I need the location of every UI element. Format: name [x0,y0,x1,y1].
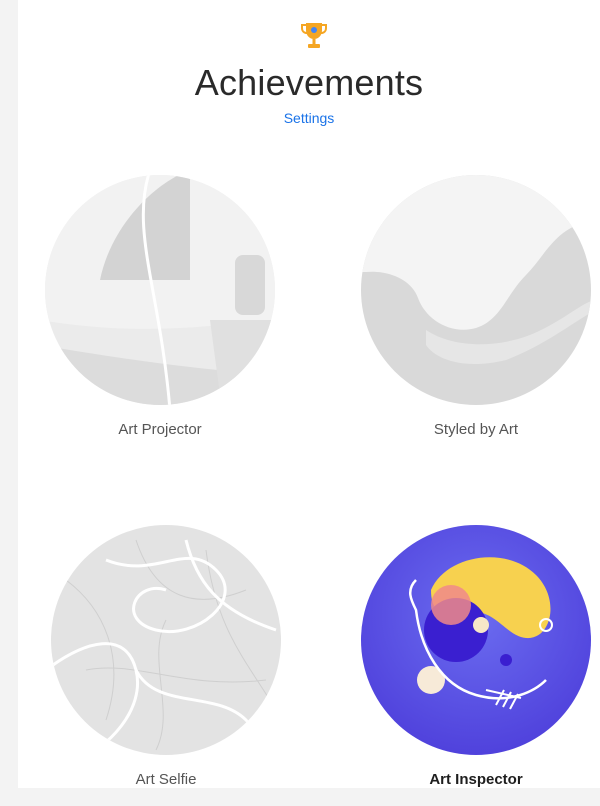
art-selfie-badge-icon [51,525,281,755]
achievement-label: Art Inspector [429,771,523,788]
styled-by-art-badge-icon [361,175,591,405]
art-projector-badge-icon [45,175,275,405]
achievement-label: Art Selfie [135,771,197,788]
page-title: Achievements [194,62,424,103]
achievement-label: Styled by Art [433,421,519,438]
art-inspector-badge-icon [361,525,591,755]
bottom-strip [0,788,600,806]
achievement-card-art-projector[interactable]: Art Projector [40,170,280,438]
achievement-label: Art Projector [118,421,202,438]
achievement-card-art-inspector[interactable]: Art Inspector [356,520,596,788]
achievement-card-styled-by-art[interactable]: Styled by Art [356,170,596,438]
settings-link[interactable]: Settings [18,110,600,126]
achievements-panel: Achievements Settings Art Projector Styl… [18,0,600,806]
achievement-card-art-selfie[interactable]: Art Selfie [46,520,286,788]
trophy-icon [301,23,327,48]
